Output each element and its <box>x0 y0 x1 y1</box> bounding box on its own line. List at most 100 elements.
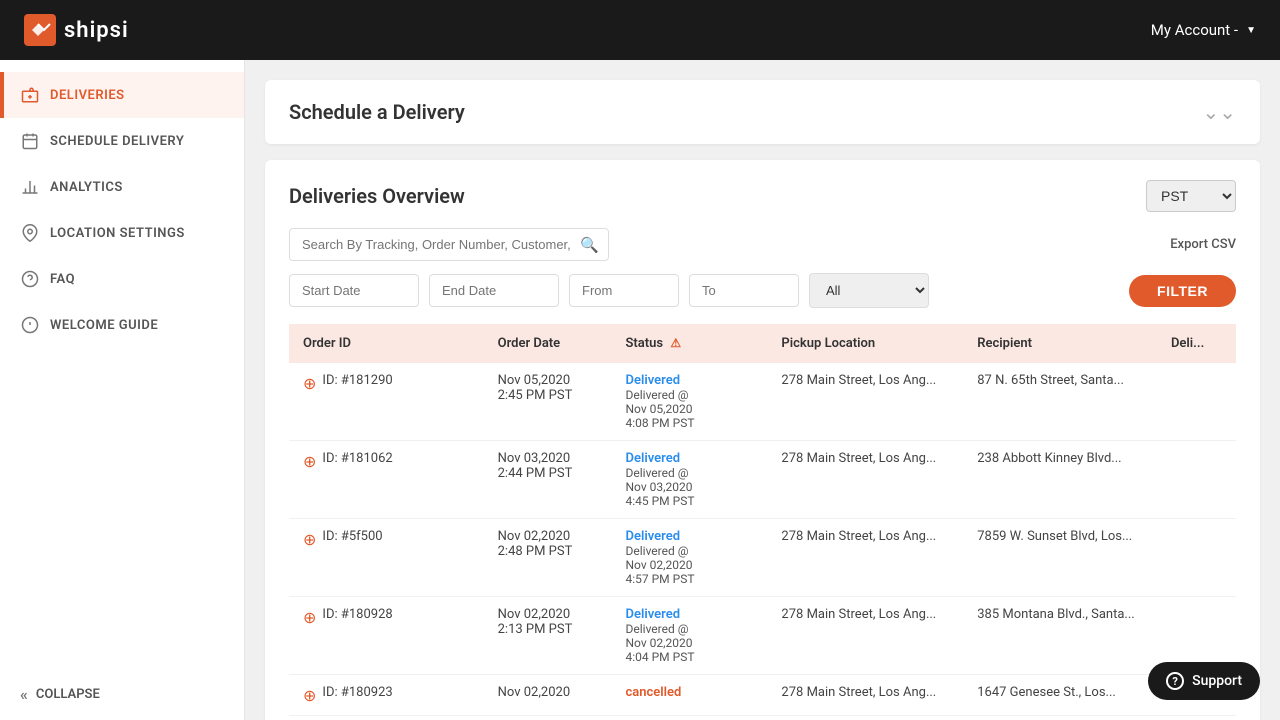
collapse-label: COLLAPSE <box>36 687 100 702</box>
sidebar: DELIVERIES SCHEDULE DELIVERY ANALYTICS <box>0 60 245 720</box>
order-date-line: Nov 02,2020 <box>498 685 598 700</box>
search-input[interactable] <box>289 228 609 261</box>
cell-pickup: 278 Main Street, Los Ang... <box>767 363 963 441</box>
support-label: Support <box>1192 673 1242 689</box>
status-label: Delivered <box>626 373 681 388</box>
sidebar-item-faq-label: FAQ <box>50 272 75 287</box>
order-date-line: 2:48 PM PST <box>498 544 598 559</box>
sidebar-item-schedule-delivery[interactable]: SCHEDULE DELIVERY <box>0 118 244 164</box>
to-input[interactable] <box>689 274 799 307</box>
sidebar-item-location-settings[interactable]: LOCATION SETTINGS <box>0 210 244 256</box>
schedule-delivery-card[interactable]: Schedule a Delivery ⌄⌄ <box>265 80 1260 144</box>
status-sub-line: Nov 02,2020 <box>626 636 754 650</box>
order-id-text: ID: #181290 <box>322 373 392 388</box>
logo-icon <box>24 14 56 46</box>
app-header: shipsi My Account - ▼ <box>0 0 1280 60</box>
cell-deli <box>1157 441 1236 519</box>
status-sub-line: Delivered @ <box>626 622 754 636</box>
cell-pickup: 278 Main Street, Los Ang... <box>767 441 963 519</box>
cell-order-id: ⊕ ID: #180928 <box>289 597 484 675</box>
status-filter-select[interactable]: All Delivered Cancelled <box>809 273 929 308</box>
status-label: Delivered <box>626 529 681 544</box>
logo: shipsi <box>24 14 129 46</box>
cell-order-id: ⊕ ID: #180923 <box>289 675 484 716</box>
col-header-pickup-location: Pickup Location <box>767 324 963 363</box>
order-date-line: 2:44 PM PST <box>498 466 598 481</box>
table-row[interactable]: ⊕ ID: #180928 Nov 02,20202:13 PM PST Del… <box>289 597 1236 675</box>
support-button[interactable]: ? Support <box>1148 662 1260 700</box>
sidebar-item-welcome-label: WELCOME GUIDE <box>50 318 158 333</box>
status-sub-line: Nov 05,2020 <box>626 402 754 416</box>
order-date-line: Nov 02,2020 <box>498 529 598 544</box>
order-id-text: ID: #5f500 <box>322 529 382 544</box>
order-date-line: 2:13 PM PST <box>498 622 598 637</box>
sidebar-item-analytics[interactable]: ANALYTICS <box>0 164 244 210</box>
cell-recipient: 385 Montana Blvd., Santa... <box>963 597 1157 675</box>
overview-header: Deliveries Overview PST EST CST MST <box>289 180 1236 212</box>
cell-order-date: Nov 05,20202:45 PM PST <box>484 363 612 441</box>
filter-button[interactable]: FILTER <box>1129 275 1236 307</box>
cell-pickup: 278 Main Street, Los Ang... <box>767 675 963 716</box>
col-header-recipient: Recipient <box>963 324 1157 363</box>
cell-status: Delivered Delivered @Nov 05,20204:08 PM … <box>612 363 768 441</box>
col-header-status: Status ⚠ <box>612 324 768 363</box>
status-sub-line: Nov 02,2020 <box>626 558 754 572</box>
box-icon <box>20 85 40 105</box>
sidebar-item-analytics-label: ANALYTICS <box>50 180 123 195</box>
status-sub-line: 4:04 PM PST <box>626 650 754 664</box>
question-icon <box>20 269 40 289</box>
search-row: 🔍 Export CSV <box>289 228 1236 261</box>
my-account-menu[interactable]: My Account - ▼ <box>1151 21 1256 39</box>
cell-recipient: 87 N. 65th Street, Santa... <box>963 363 1157 441</box>
pin-icon <box>20 223 40 243</box>
cell-order-date: Nov 03,20202:44 PM PST <box>484 441 612 519</box>
main-content: Schedule a Delivery ⌄⌄ Deliveries Overvi… <box>245 60 1280 720</box>
order-icon: ⊕ <box>303 686 316 705</box>
table-row[interactable]: ⊕ ID: #181290 Nov 05,20202:45 PM PST Del… <box>289 363 1236 441</box>
sidebar-item-welcome-guide[interactable]: WELCOME GUIDE <box>0 302 244 348</box>
order-icon: ⊕ <box>303 374 316 393</box>
cell-deli <box>1157 519 1236 597</box>
sidebar-collapse[interactable]: « COLLAPSE <box>0 669 244 720</box>
overview-title: Deliveries Overview <box>289 184 465 208</box>
search-input-wrap: 🔍 <box>289 228 609 261</box>
order-date-line: Nov 03,2020 <box>498 451 598 466</box>
calendar-icon <box>20 131 40 151</box>
export-csv-button[interactable]: Export CSV <box>1170 237 1236 252</box>
col-header-order-date: Order Date <box>484 324 612 363</box>
end-date-input[interactable] <box>429 274 559 307</box>
sidebar-item-schedule-label: SCHEDULE DELIVERY <box>50 134 184 149</box>
my-account-arrow-icon: ▼ <box>1246 25 1256 36</box>
from-input[interactable] <box>569 274 679 307</box>
order-icon: ⊕ <box>303 608 316 627</box>
table-row[interactable]: ⊕ ID: #180923 Nov 02,2020 cancelled 278 … <box>289 675 1236 716</box>
sidebar-item-faq[interactable]: FAQ <box>0 256 244 302</box>
status-sub-line: Delivered @ <box>626 544 754 558</box>
cell-pickup: 278 Main Street, Los Ang... <box>767 597 963 675</box>
table-row[interactable]: ⊕ ID: #181062 Nov 03,20202:44 PM PST Del… <box>289 441 1236 519</box>
table-row[interactable]: ⊕ ID: #5f500 Nov 02,20202:48 PM PST Deli… <box>289 519 1236 597</box>
table-header-row: Order ID Order Date Status ⚠ Pickup Loca… <box>289 324 1236 363</box>
cell-recipient: 238 Abbott Kinney Blvd... <box>963 441 1157 519</box>
status-sub-line: Delivered @ <box>626 466 754 480</box>
cell-status: cancelled <box>612 675 768 716</box>
sidebar-item-deliveries[interactable]: DELIVERIES <box>0 72 244 118</box>
cell-status: Delivered Delivered @Nov 02,20204:04 PM … <box>612 597 768 675</box>
status-sub-line: Nov 03,2020 <box>626 480 754 494</box>
cell-order-date: Nov 02,20202:13 PM PST <box>484 597 612 675</box>
status-label: Delivered <box>626 451 681 466</box>
info-icon <box>20 315 40 335</box>
schedule-delivery-title: Schedule a Delivery <box>289 100 465 124</box>
sidebar-item-deliveries-label: DELIVERIES <box>50 88 125 103</box>
filter-row: All Delivered Cancelled FILTER <box>289 273 1236 308</box>
deliveries-table: Order ID Order Date Status ⚠ Pickup Loca… <box>289 324 1236 716</box>
order-date-line: Nov 02,2020 <box>498 607 598 622</box>
timezone-select[interactable]: PST EST CST MST <box>1146 180 1236 212</box>
cell-recipient: 7859 W. Sunset Blvd, Los... <box>963 519 1157 597</box>
order-id-text: ID: #180928 <box>322 607 392 622</box>
col-header-deli: Deli... <box>1157 324 1236 363</box>
status-sub-line: 4:57 PM PST <box>626 572 754 586</box>
collapse-icon: « <box>20 685 28 704</box>
start-date-input[interactable] <box>289 274 419 307</box>
chevron-down-icon: ⌄⌄ <box>1202 100 1236 124</box>
